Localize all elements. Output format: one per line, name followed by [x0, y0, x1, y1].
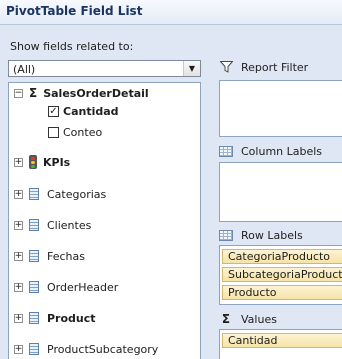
dropdown-value: (All) [13, 63, 36, 76]
tree-item-label: Fechas [47, 249, 85, 263]
tree-item-orderheader[interactable]: + OrderHeader [14, 278, 118, 296]
expand-icon[interactable]: + [14, 344, 23, 354]
tree-item-salesorderdetail[interactable]: − Σ SalesOrderDetail [14, 84, 149, 102]
report-filter-label: Report Filter [241, 60, 309, 74]
panel-title: PivotTable Field List [6, 4, 143, 18]
value-field-chip[interactable]: Cantidad [222, 333, 342, 348]
field-tree: − Σ SalesOrderDetail ✓ Cantidad Conteo +… [8, 82, 201, 359]
tree-item-label: Product [47, 311, 96, 325]
values-label: Values [241, 312, 277, 326]
table-icon [29, 281, 39, 293]
show-fields-label: Show fields related to: [10, 40, 134, 53]
report-filter-header: Report Filter [219, 58, 308, 76]
sigma-icon: Σ [29, 86, 38, 100]
panel-header: PivotTable Field List [0, 0, 342, 25]
grid-icon [219, 145, 233, 157]
column-labels-dropzone[interactable] [219, 162, 342, 222]
row-field-chip[interactable]: CategoriaProducto [222, 249, 342, 264]
row-field-chip[interactable]: Producto [222, 285, 342, 300]
expand-icon[interactable]: + [14, 251, 23, 261]
chevron-down-icon[interactable]: ▼ [183, 61, 200, 76]
sigma-icon: Σ [221, 312, 231, 326]
grid-icon [219, 229, 233, 241]
expand-icon[interactable]: + [14, 282, 23, 292]
values-header: Σ Values [219, 310, 277, 328]
row-field-chip[interactable]: SubcategoriaProducto [222, 267, 342, 282]
traffic-light-icon [29, 155, 37, 169]
table-icon [29, 188, 39, 200]
tree-item-clientes[interactable]: + Clientes [14, 216, 91, 234]
field-label: Conteo [63, 125, 103, 139]
tree-item-label: SalesOrderDetail [43, 86, 149, 100]
expand-icon[interactable]: + [14, 189, 23, 199]
table-icon [29, 219, 39, 231]
tree-item-label: ProductSubcategory [47, 342, 159, 356]
collapse-icon[interactable]: − [14, 88, 23, 98]
row-labels-label: Row Labels [241, 228, 303, 242]
field-conteo[interactable]: Conteo [48, 123, 102, 141]
checkbox-icon[interactable] [48, 126, 59, 138]
tree-item-kpis[interactable]: + KPIs [14, 153, 70, 171]
field-cantidad[interactable]: ✓ Cantidad [48, 102, 119, 120]
tree-item-label: OrderHeader [47, 280, 119, 294]
field-label: Cantidad [63, 104, 119, 118]
column-labels-label: Column Labels [241, 144, 323, 158]
tree-item-product[interactable]: + Product [14, 309, 96, 327]
tree-item-fechas[interactable]: + Fechas [14, 247, 85, 265]
expand-icon[interactable]: + [14, 157, 23, 167]
tree-item-categorias[interactable]: + Categorias [14, 185, 106, 203]
table-icon [29, 312, 39, 324]
checkbox-checked-icon[interactable]: ✓ [48, 105, 59, 117]
table-icon [29, 343, 39, 355]
expand-icon[interactable]: + [14, 220, 23, 230]
table-icon [29, 250, 39, 262]
tree-item-label: Categorias [47, 187, 107, 201]
tree-item-label: KPIs [43, 155, 71, 169]
tree-item-label: Clientes [47, 218, 92, 232]
row-labels-header: Row Labels [219, 226, 303, 244]
report-filter-dropzone[interactable] [219, 80, 342, 137]
expand-icon[interactable]: + [14, 313, 23, 323]
tree-item-productsubcategory[interactable]: + ProductSubcategory [14, 340, 158, 358]
show-fields-dropdown[interactable]: (All) ▼ [8, 60, 201, 77]
column-labels-header: Column Labels [219, 142, 322, 160]
funnel-icon [219, 61, 233, 73]
